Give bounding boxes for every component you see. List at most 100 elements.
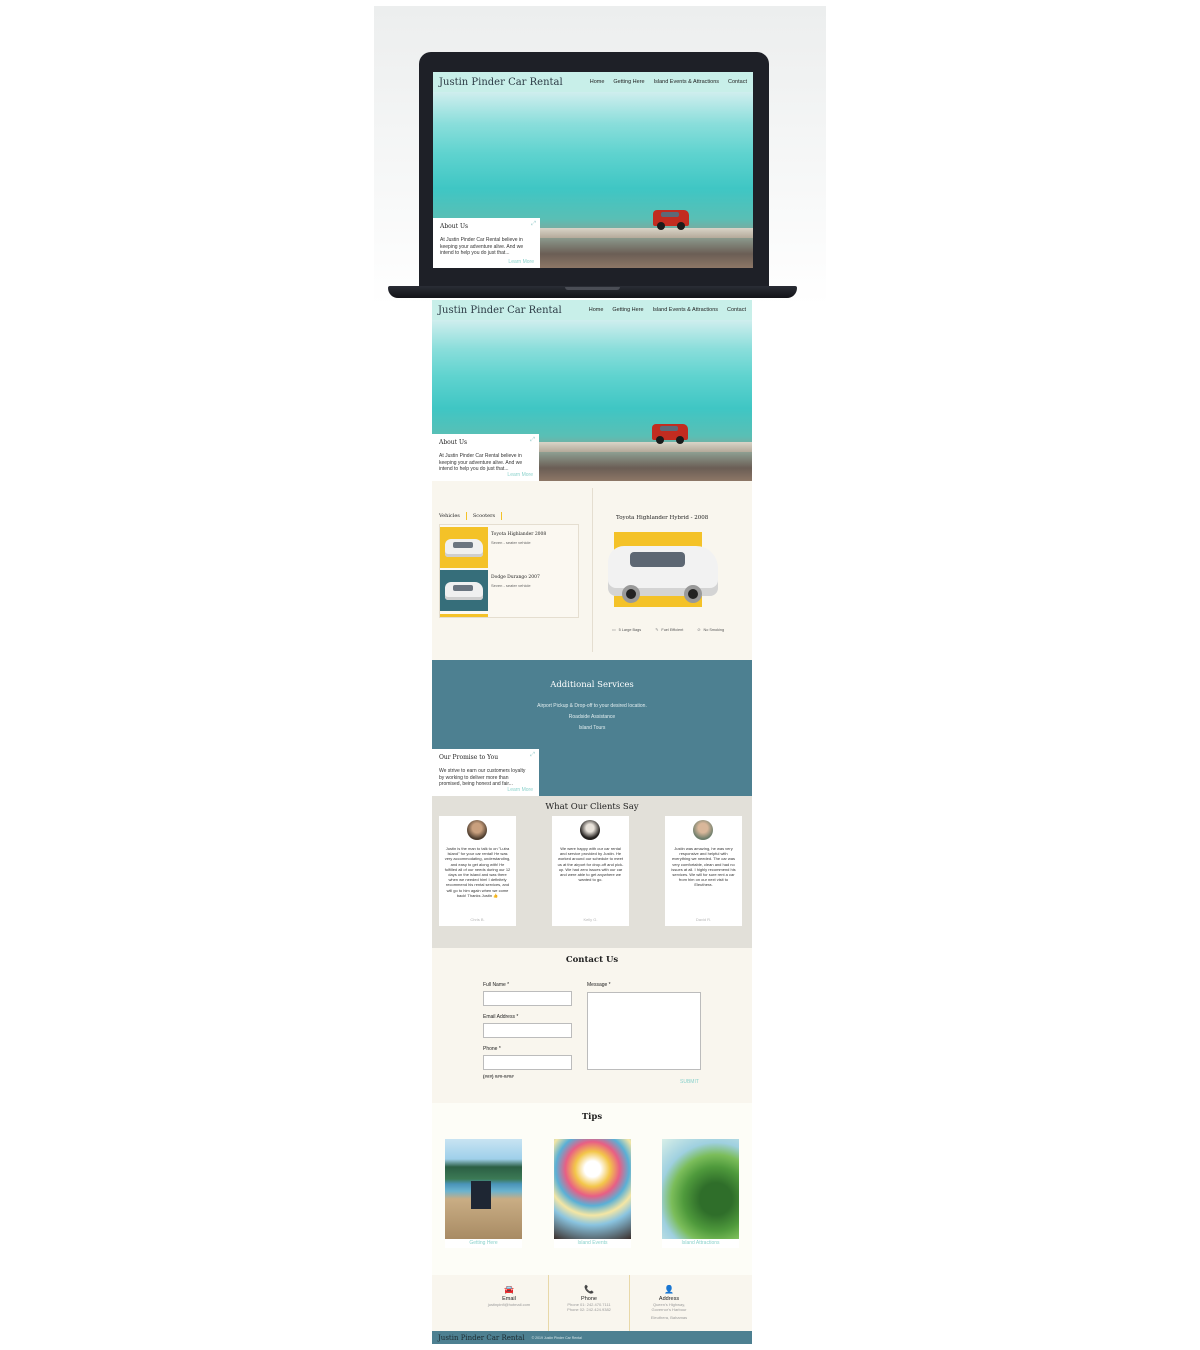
testimonial-text: We were happy with our car rental and se… [557, 846, 624, 883]
vehicle-name: Dodge Durango 2007 [491, 575, 540, 580]
testimonial-author: Kelly G. [583, 917, 598, 922]
tips-title: Tips [581, 1112, 603, 1122]
footer-brand[interactable]: Justin Pinder Car Rental [438, 1334, 525, 1342]
full-name-field[interactable] [483, 991, 572, 1006]
tip-label[interactable]: Island Events [554, 1240, 631, 1246]
full-name-label: Full Name * [483, 982, 510, 988]
submit-button[interactable]: SUBMIT [680, 1079, 699, 1085]
brand-logo[interactable]: Justin Pinder Car Rental [438, 305, 562, 316]
tip-label[interactable]: Getting Here [445, 1240, 522, 1246]
about-title: About Us [440, 223, 469, 230]
about-learn-more[interactable]: Learn More [507, 472, 533, 478]
avatar [580, 820, 600, 840]
nav-home[interactable]: Home [589, 307, 604, 313]
vehicle-features: ▭ 5 Large Bags ✎ Fuel Efficient ⊘ No Smokin… [612, 627, 724, 632]
tip-card[interactable]: Getting Here [445, 1139, 522, 1248]
expand-icon[interactable]: ⤢ [531, 221, 536, 228]
vehicle-tabs: Vehicles Scooters [439, 512, 503, 520]
info-strip: 🚘 Email justinpinfi@hotmail.com 📞 Phone … [432, 1275, 752, 1331]
fuel-icon: ✎ [655, 628, 659, 632]
tip-label[interactable]: Island Attractions [662, 1240, 739, 1246]
phone-icon: 📞 [584, 1285, 594, 1294]
phone-number[interactable]: Phone 02: 242.424.9382 [549, 1307, 629, 1312]
testimonial-card: We were happy with our car rental and se… [552, 816, 629, 926]
tab-vehicles[interactable]: Vehicles [439, 513, 460, 519]
tab-scooters[interactable]: Scooters [473, 513, 495, 519]
testimonial-text: Justin was amazing, he was very responsi… [671, 846, 736, 888]
tab-separator [465, 512, 467, 520]
vehicle-item[interactable]: Dodge Durango 2007 Seven - seater vehicl… [440, 570, 578, 611]
nav-contact[interactable]: Contact [728, 79, 747, 85]
laptop-site-preview: Justin Pinder Car Rental Home Getting He… [433, 72, 753, 268]
message-field[interactable] [587, 992, 701, 1070]
about-card: ⤢ About Us At Justin Pinder Car Rental b… [433, 218, 540, 268]
message-label: Message * [587, 982, 611, 988]
featured-vehicle-title: Toyota Highlander Hybrid - 2008 [616, 515, 709, 521]
site-header: Justin Pinder Car Rental Home Getting He… [432, 300, 752, 320]
feature-bags: ▭ 5 Large Bags [612, 628, 642, 632]
address-line: Governor's Harbour [651, 1307, 687, 1313]
nav-getting-here[interactable]: Getting Here [612, 307, 643, 313]
nav-island-events[interactable]: Island Events & Attractions [654, 79, 719, 85]
email-address[interactable]: justinpinfi@hotmail.com [469, 1302, 549, 1307]
services-section: Additional Services Airport Pickup & Dro… [432, 660, 752, 796]
testimonial-text: Justin is the man to talk to on "Lutra I… [444, 846, 511, 898]
phone-field[interactable] [483, 1055, 572, 1070]
promise-learn-more[interactable]: Learn More [507, 787, 533, 793]
about-text: At Justin Pinder Car Rental believe in k… [440, 237, 524, 256]
car-image [445, 582, 483, 600]
services-title: Additional Services [550, 680, 634, 690]
email-info: 🚘 Email justinpinfi@hotmail.com [469, 1275, 549, 1331]
nav-contact[interactable]: Contact [727, 307, 746, 313]
service-item: Airport Pickup & Drop-off to your desire… [537, 703, 647, 709]
feature-smoking: ⊘ No Smoking [697, 628, 725, 632]
tip-image-foliage [662, 1139, 739, 1239]
promise-text: We strive to earn our customers loyalty … [439, 768, 526, 787]
vehicle-subtitle: Seven - seater vehicle [491, 540, 531, 545]
tip-image-festival [554, 1139, 631, 1239]
contact-title: Contact Us [565, 955, 619, 965]
list-scroll-indicator [440, 614, 488, 617]
email-field[interactable] [483, 1023, 572, 1038]
expand-icon[interactable]: ⤢ [530, 752, 535, 759]
contact-section: Contact Us Full Name * Email Address * P… [432, 948, 752, 1103]
footer-copyright: © 2019 Justin Pinder Car Rental [531, 1335, 582, 1340]
nav-home[interactable]: Home [590, 79, 605, 85]
vehicle-name: Toyota Highlander 2008 [491, 532, 547, 537]
tip-card[interactable]: Island Attractions [662, 1139, 739, 1248]
vehicle-list: Toyota Highlander 2008 Seven - seater ve… [439, 524, 579, 618]
site-footer: Justin Pinder Car Rental © 2019 Justin P… [432, 1331, 752, 1344]
bag-icon: ▭ [612, 628, 616, 632]
feature-fuel: ✎ Fuel Efficient [655, 628, 684, 632]
testimonial-card: Justin was amazing, he was very responsi… [665, 816, 742, 926]
expand-icon[interactable]: ⤢ [530, 437, 535, 444]
vehicles-section: Vehicles Scooters Toyota Highlander 2008… [432, 481, 752, 660]
vehicle-item[interactable]: Toyota Highlander 2008 Seven - seater ve… [440, 527, 578, 568]
tip-card[interactable]: Island Events [554, 1139, 631, 1248]
page-hero: Justin Pinder Car Rental Home Getting He… [432, 300, 752, 481]
tab-separator [501, 512, 503, 520]
about-title: About Us [439, 439, 468, 446]
service-item: Roadside Assistance [568, 714, 616, 720]
promise-card: ⤢ Our Promise to You We strive to earn o… [432, 749, 539, 796]
tip-image-passport [445, 1139, 522, 1239]
main-nav: Home Getting Here Island Events & Attrac… [590, 79, 747, 85]
person-icon: 👤 [664, 1285, 674, 1294]
promise-title: Our Promise to You [439, 754, 499, 761]
nav-island-events[interactable]: Island Events & Attractions [653, 307, 718, 313]
testimonial-card: Justin is the man to talk to on "Lutra I… [439, 816, 516, 926]
avatar [467, 820, 487, 840]
tips-section: Tips Getting Here Island Events Island A… [432, 1103, 752, 1275]
car-image [445, 539, 483, 557]
about-card: ⤢ About Us At Justin Pinder Car Rental b… [432, 434, 539, 481]
brand-logo[interactable]: Justin Pinder Car Rental [439, 77, 563, 88]
phone-format-hint: (###) ###-#### [483, 1074, 514, 1079]
about-learn-more[interactable]: Learn More [508, 259, 534, 265]
testimonials-section: What Our Clients Say Justin is the man t… [432, 796, 752, 948]
nav-getting-here[interactable]: Getting Here [613, 79, 644, 85]
no-smoking-icon: ⊘ [697, 628, 701, 632]
site-header: Justin Pinder Car Rental Home Getting He… [433, 72, 753, 92]
main-nav: Home Getting Here Island Events & Attrac… [589, 307, 746, 313]
vehicle-thumbnail [440, 570, 488, 611]
vertical-divider [592, 488, 593, 652]
